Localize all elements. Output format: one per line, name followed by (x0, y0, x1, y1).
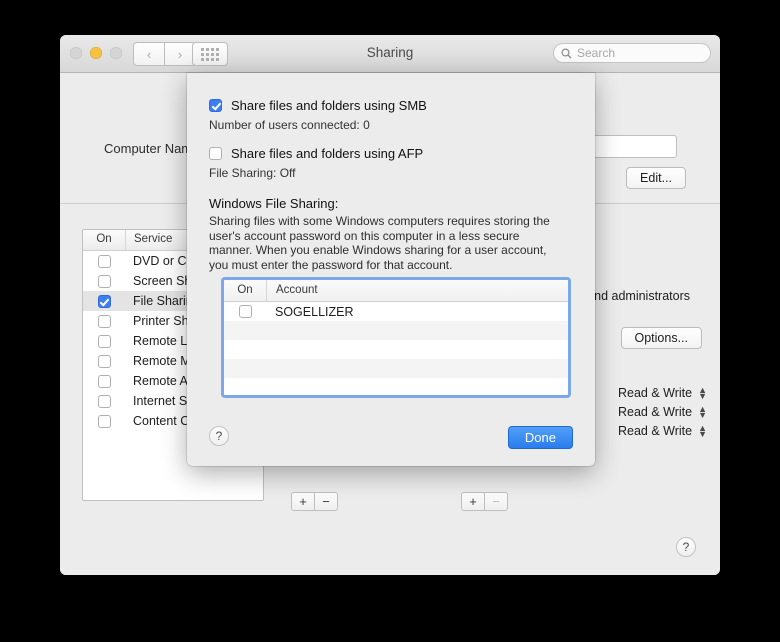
account-header-account: Account (266, 280, 568, 301)
smb-label: Share files and folders using SMB (231, 98, 427, 113)
service-checkbox-cell[interactable] (83, 274, 125, 288)
window-help-button[interactable]: ? (676, 537, 696, 557)
windows-file-sharing-description: Sharing files with some Windows computer… (209, 214, 550, 272)
administrators-label: and administrators (587, 289, 690, 303)
users-add-remove: + − (461, 492, 508, 511)
computer-name-label: Computer Nam (104, 141, 193, 156)
windows-file-sharing-title: Windows File Sharing: (209, 196, 339, 211)
chevron-updown-icon[interactable]: ▲ ▼ (698, 404, 707, 419)
account-table-header: On Account (224, 280, 568, 302)
chevron-updown-icon[interactable]: ▲ ▼ (698, 385, 707, 400)
file-sharing-options-sheet: Share files and folders using SMB Number… (187, 73, 595, 466)
chevron-updown-icon[interactable]: ▲ ▼ (698, 423, 707, 438)
remove-shared-folder-button[interactable]: − (315, 492, 338, 511)
afp-status: File Sharing: Off (209, 166, 296, 180)
add-shared-folder-button[interactable]: + (291, 492, 315, 511)
preferences-content: Computer Nam Edit... On Service DVD or C… (60, 73, 720, 575)
service-checkbox[interactable] (97, 254, 111, 268)
account-checkbox[interactable] (238, 305, 252, 318)
afp-label: Share files and folders using AFP (231, 146, 424, 161)
edit-button[interactable]: Edit... (626, 167, 686, 189)
account-table[interactable]: On Account SOGELLIZER (221, 277, 571, 398)
add-user-button[interactable]: + (461, 492, 485, 511)
search-input[interactable]: Search (553, 43, 711, 63)
service-checkbox-cell[interactable] (83, 414, 125, 428)
options-button[interactable]: Options... (620, 327, 702, 349)
service-checkbox-cell[interactable] (83, 394, 125, 408)
service-checkbox[interactable] (97, 414, 111, 428)
service-checkbox[interactable] (97, 334, 111, 348)
remove-user-button: − (485, 492, 508, 511)
table-row[interactable]: SOGELLIZER (224, 302, 568, 321)
service-checkbox[interactable] (97, 314, 111, 328)
service-checkbox[interactable] (97, 274, 111, 288)
window-toolbar: ‹ › Sharing Search (60, 35, 720, 73)
permission-row[interactable]: Read & Write ▲ ▼ (618, 383, 707, 402)
shared-folders-add-remove: + − (291, 492, 338, 511)
afp-checkbox-row[interactable]: Share files and folders using AFP (209, 146, 595, 161)
service-checkbox-cell[interactable] (83, 334, 125, 348)
account-checkbox-cell[interactable] (224, 305, 266, 318)
service-checkbox-cell[interactable] (83, 354, 125, 368)
done-button[interactable]: Done (507, 426, 573, 449)
table-row[interactable] (224, 378, 568, 395)
sheet-help-button[interactable]: ? (209, 426, 229, 446)
permissions-list: Read & Write ▲ ▼ Read & Write ▲ ▼ Read & W… (618, 383, 707, 440)
permission-row[interactable]: Read & Write ▲ ▼ (618, 402, 707, 421)
permission-value: Read & Write (617, 385, 693, 400)
service-header-on: On (96, 233, 112, 245)
service-checkbox-cell[interactable] (83, 374, 125, 388)
permission-value: Read & Write (617, 404, 693, 419)
account-name: SOGELLIZER (275, 304, 354, 319)
afp-checkbox[interactable] (209, 147, 222, 160)
account-header-on: On (237, 284, 253, 296)
table-row[interactable] (224, 359, 568, 378)
service-checkbox[interactable] (97, 354, 111, 368)
sharing-preferences-window: ‹ › Sharing Search Computer Nam Edit... … (60, 35, 720, 575)
permission-row[interactable]: Read & Write ▲ ▼ (618, 421, 707, 440)
table-row[interactable] (224, 340, 568, 359)
service-checkbox-cell[interactable] (83, 314, 125, 328)
smb-checkbox-row[interactable]: Share files and folders using SMB (209, 98, 595, 113)
smb-status: Number of users connected: 0 (209, 118, 370, 132)
service-checkbox[interactable] (97, 374, 111, 388)
service-checkbox-cell[interactable] (83, 294, 125, 308)
service-checkbox[interactable] (97, 394, 111, 408)
service-checkbox[interactable] (97, 294, 111, 308)
permission-value: Read & Write (617, 423, 693, 438)
search-icon (561, 47, 572, 58)
service-checkbox-cell[interactable] (83, 254, 125, 268)
smb-checkbox[interactable] (209, 99, 222, 112)
search-placeholder: Search (577, 46, 616, 60)
table-row[interactable] (224, 321, 568, 340)
